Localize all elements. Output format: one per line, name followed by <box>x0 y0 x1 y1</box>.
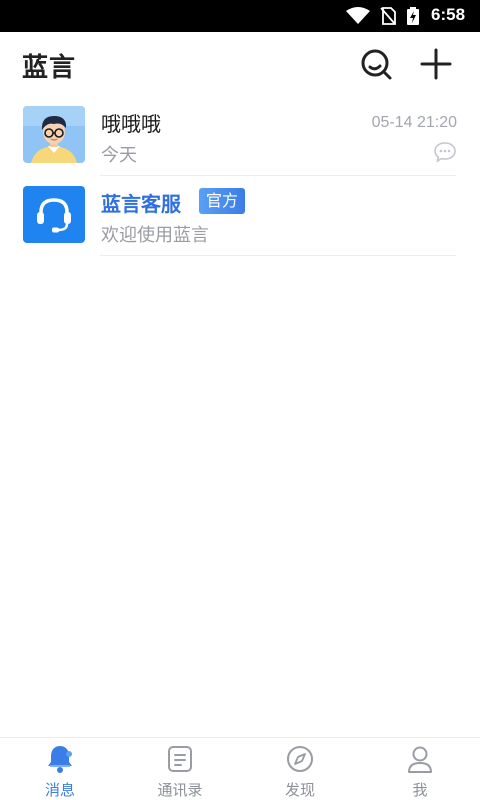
conversation-preview: 欢迎使用蓝言 <box>101 225 209 246</box>
page-title: 蓝言 <box>22 53 77 83</box>
no-sim-icon <box>380 7 396 25</box>
tab-messages[interactable]: 消息 <box>0 738 120 800</box>
person-icon <box>408 746 432 773</box>
conversation-name: 蓝言客服 <box>101 192 181 216</box>
tab-label: 消息 <box>44 781 75 799</box>
conversation-name: 哦哦哦 <box>101 112 161 136</box>
contacts-icon <box>168 746 192 772</box>
wifi-icon <box>346 7 370 24</box>
status-time: 6:58 <box>431 5 466 24</box>
tab-label: 通讯录 <box>157 781 203 799</box>
support-avatar <box>23 186 85 243</box>
tab-contacts[interactable]: 通讯录 <box>120 738 240 800</box>
conversation-time: 05-14 21:20 <box>371 114 457 131</box>
tab-me[interactable]: 我 <box>360 738 480 800</box>
conversation-item[interactable]: 蓝言客服 官方 欢迎使用蓝言 <box>0 178 480 258</box>
conversation-preview: 今天 <box>101 145 137 166</box>
bottom-nav: 消息 通讯录 发现 我 <box>0 737 480 800</box>
list-divider <box>100 255 456 256</box>
official-badge: 官方 <box>199 188 246 214</box>
conversation-item[interactable]: 哦哦哦 05-14 21:20 今天 <box>0 98 480 178</box>
user-avatar <box>23 106 85 163</box>
tab-label: 发现 <box>284 781 315 799</box>
app-header: 蓝言 <box>0 32 480 98</box>
status-bar: 6:58 <box>0 0 480 32</box>
conversation-list: 哦哦哦 05-14 21:20 今天 蓝言客服 官方 欢迎使用蓝言 <box>0 98 480 258</box>
search-icon[interactable] <box>359 47 393 81</box>
list-divider <box>100 175 456 176</box>
battery-charging-icon <box>407 7 419 25</box>
tab-label: 我 <box>412 781 428 799</box>
chat-bubble-icon <box>434 142 456 163</box>
add-icon[interactable] <box>419 47 453 81</box>
tab-discover[interactable]: 发现 <box>240 738 360 800</box>
compass-icon <box>287 746 313 772</box>
bell-icon <box>48 746 72 773</box>
